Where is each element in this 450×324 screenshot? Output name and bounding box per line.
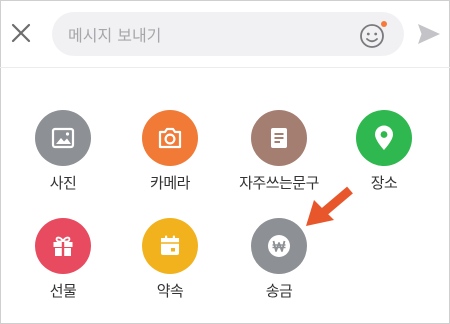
send-icon bbox=[418, 24, 440, 44]
attach-appointment-button[interactable]: 약속 bbox=[115, 218, 225, 318]
message-field bbox=[52, 12, 404, 58]
close-icon bbox=[11, 23, 31, 43]
camera-icon bbox=[142, 110, 198, 166]
document-icon bbox=[251, 110, 307, 166]
notification-dot bbox=[381, 21, 387, 27]
annotation-arrow-icon bbox=[306, 186, 353, 226]
won-money-icon bbox=[251, 218, 307, 274]
money-transfer-label: 송금 bbox=[265, 282, 293, 300]
photo-icon bbox=[35, 110, 91, 166]
location-pin-icon bbox=[356, 110, 412, 166]
photo-label: 사진 bbox=[49, 174, 77, 192]
calendar-icon bbox=[142, 218, 198, 274]
emoji-button[interactable] bbox=[359, 21, 387, 49]
close-button[interactable] bbox=[8, 20, 34, 46]
send-button[interactable] bbox=[416, 21, 442, 47]
message-input[interactable] bbox=[66, 12, 350, 58]
attach-gift-button[interactable]: 선물 bbox=[8, 218, 118, 318]
divider bbox=[0, 67, 450, 68]
message-compose-bar bbox=[0, 0, 450, 66]
gift-icon bbox=[35, 218, 91, 274]
gift-label: 선물 bbox=[49, 282, 77, 300]
camera-label: 카메라 bbox=[150, 174, 190, 192]
attach-camera-button[interactable]: 카메라 bbox=[115, 110, 225, 210]
appointment-label: 약속 bbox=[156, 282, 184, 300]
attach-photo-button[interactable]: 사진 bbox=[8, 110, 118, 210]
attach-money-transfer-button[interactable]: 송금 bbox=[224, 218, 334, 318]
